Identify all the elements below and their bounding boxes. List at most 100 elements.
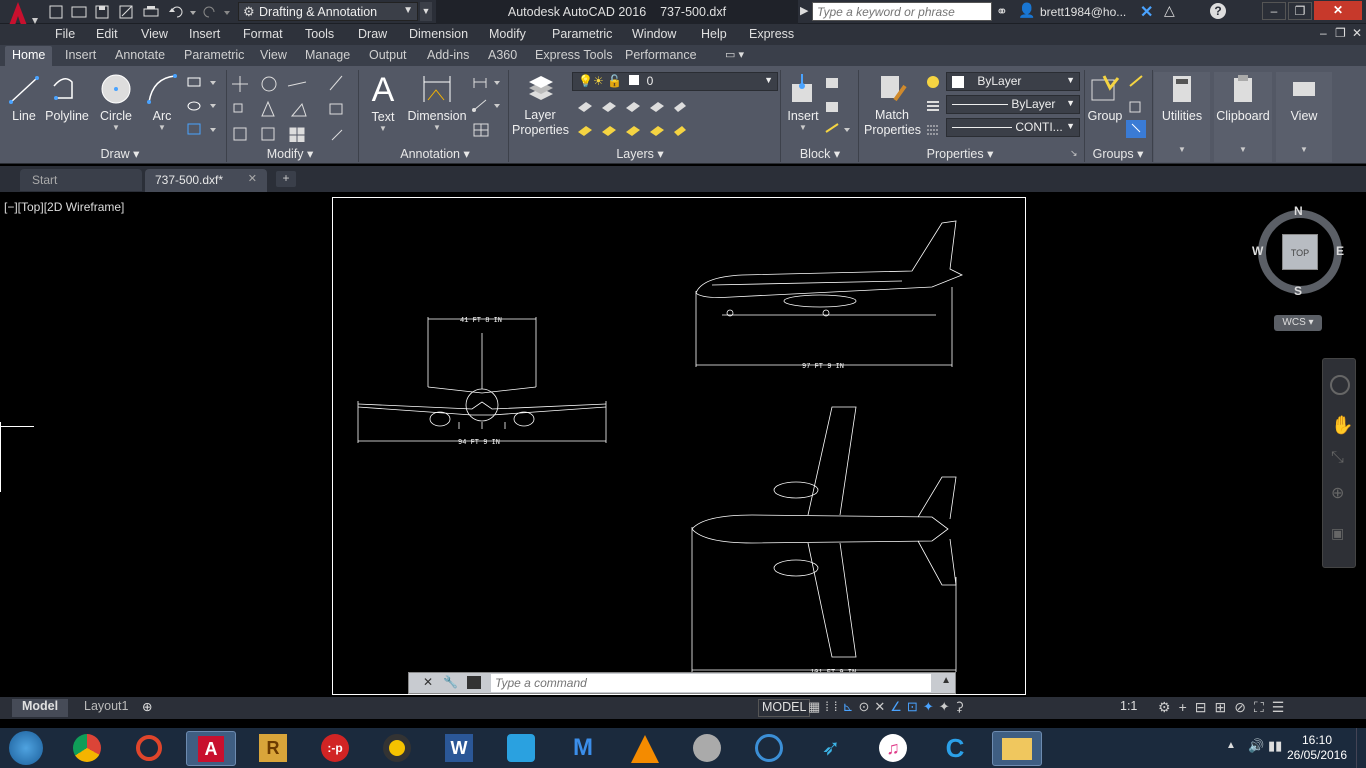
- menu-window[interactable]: Window: [632, 27, 676, 41]
- doc-minimize-button[interactable]: –: [1320, 26, 1327, 40]
- isolate-icon[interactable]: ⊘: [1234, 699, 1254, 715]
- tab-performance[interactable]: Performance: [625, 48, 697, 62]
- text-dropdown-icon[interactable]: ▼: [362, 124, 404, 133]
- layers-panel-label[interactable]: Layers ▾: [590, 146, 690, 162]
- snap-icon[interactable]: ⁞⁞: [825, 699, 842, 714]
- model-space-button[interactable]: MODEL: [758, 699, 811, 717]
- arc-dropdown-icon[interactable]: ▼: [142, 123, 182, 132]
- dimension-dropdown-icon[interactable]: ▼: [406, 123, 468, 132]
- menu-express[interactable]: Express: [749, 27, 794, 41]
- menu-modify[interactable]: Modify: [489, 27, 526, 41]
- grid-icon[interactable]: ▦: [808, 699, 825, 714]
- quick-properties-icon[interactable]: ⊞: [1214, 699, 1234, 715]
- plus-icon[interactable]: +: [1179, 699, 1195, 715]
- insert-dropdown-icon[interactable]: ▼: [784, 123, 822, 132]
- pro-app-icon[interactable]: [682, 731, 732, 766]
- steering-wheel-icon[interactable]: [1330, 375, 1350, 395]
- tray-expand-icon[interactable]: ▲: [1226, 740, 1236, 751]
- tab-model[interactable]: Model: [12, 699, 69, 717]
- exchange-icon[interactable]: ✕: [1140, 2, 1153, 22]
- drawing-area[interactable]: [−][Top][2D Wireframe] 41 FT 8 IN 94 FT …: [0, 194, 1366, 697]
- annotation-scale-icon[interactable]: ⚳: [955, 699, 970, 714]
- draw-panel-label[interactable]: Draw ▾: [70, 146, 170, 162]
- layer-dropdown[interactable]: 💡☀ 🔓 0 ▼: [572, 72, 778, 91]
- viewcube-top-face[interactable]: TOP: [1282, 234, 1318, 270]
- menu-insert[interactable]: Insert: [189, 27, 220, 41]
- cortana-c-icon[interactable]: C: [930, 731, 980, 766]
- annotation-scale[interactable]: 1:1: [1120, 699, 1137, 717]
- workspace-switcher[interactable]: ⚙ Drafting & Annotation ▼: [238, 2, 418, 21]
- draw-small-tools-icon[interactable]: [186, 74, 222, 140]
- tab-parametric[interactable]: Parametric: [184, 48, 244, 62]
- dimension-button[interactable]: Dimension ▼: [406, 72, 468, 132]
- group-small-tools-icon[interactable]: [1126, 74, 1148, 138]
- menu-edit[interactable]: Edit: [96, 27, 118, 41]
- menu-format[interactable]: Format: [243, 27, 283, 41]
- volume-icon[interactable]: 🔊: [1248, 738, 1264, 754]
- itunes-icon[interactable]: ♫: [868, 731, 918, 766]
- vlc-icon[interactable]: [620, 731, 670, 766]
- maximize-button[interactable]: ❐: [1288, 2, 1312, 20]
- autocad-taskbar-icon[interactable]: A: [186, 731, 236, 766]
- pan-icon[interactable]: ✋: [1331, 415, 1353, 436]
- annotation-small-tools-icon[interactable]: [470, 74, 506, 140]
- menu-tools[interactable]: Tools: [305, 27, 334, 41]
- utilities-button[interactable]: Utilities ▼: [1154, 72, 1210, 162]
- compass-south[interactable]: S: [1294, 284, 1302, 298]
- match-properties-button[interactable]: Match Properties: [864, 72, 921, 138]
- close-button[interactable]: ✕: [1314, 1, 1362, 20]
- command-input[interactable]: [491, 674, 931, 692]
- color-dropdown[interactable]: ByLayer ▼: [946, 72, 1080, 91]
- clipboard-dropdown-icon[interactable]: ▼: [1214, 145, 1272, 154]
- command-prompt-icon[interactable]: [467, 676, 481, 689]
- showmotion-icon[interactable]: ▣: [1331, 525, 1344, 542]
- start-button[interactable]: [4, 730, 48, 766]
- word-icon[interactable]: W: [434, 731, 484, 766]
- property-toggle-icons[interactable]: [924, 74, 942, 138]
- wcs-menu[interactable]: WCS ▾: [1274, 315, 1322, 331]
- viewcube[interactable]: TOP N S W E: [1252, 204, 1348, 300]
- binoculars-icon[interactable]: ⚭: [996, 3, 1008, 20]
- close-icon[interactable]: ✕: [423, 675, 433, 689]
- osnap-icon[interactable]: ✕: [874, 699, 890, 714]
- customize-icon[interactable]: ☰: [1272, 699, 1293, 715]
- clipboard-button[interactable]: Clipboard ▼: [1214, 72, 1272, 162]
- ribbon-options-icon[interactable]: ▭ ▾: [725, 48, 744, 61]
- modify-tools-icon[interactable]: [230, 72, 354, 142]
- autoscale-icon[interactable]: ✦: [939, 699, 955, 714]
- user-icon[interactable]: 👤: [1018, 2, 1035, 19]
- properties-panel-label[interactable]: Properties ▾: [910, 146, 1010, 162]
- groups-panel-label[interactable]: Groups ▾: [1088, 146, 1148, 162]
- zoom-icon[interactable]: ⤡: [1331, 449, 1344, 467]
- tab-start[interactable]: Start: [20, 169, 142, 191]
- chevron-up-icon[interactable]: ▲: [941, 675, 951, 686]
- search-input[interactable]: [812, 2, 992, 21]
- ccleaner-icon[interactable]: [124, 731, 174, 766]
- fullscreen-icon[interactable]: ⛶: [1254, 699, 1272, 715]
- layer-properties-button[interactable]: Layer Properties: [512, 72, 569, 138]
- ortho-icon[interactable]: ⊾: [843, 699, 859, 714]
- file-explorer-icon[interactable]: [992, 731, 1042, 766]
- doc-close-button[interactable]: ✕: [1352, 26, 1362, 40]
- menu-draw[interactable]: Draw: [358, 27, 387, 41]
- orbit-icon[interactable]: ⊕: [1331, 483, 1344, 503]
- otrack-icon[interactable]: ∠: [890, 699, 907, 714]
- menu-view[interactable]: View: [141, 27, 168, 41]
- lineweight-dropdown[interactable]: ByLayer ▼: [946, 95, 1080, 114]
- units-icon[interactable]: ⊟: [1195, 699, 1215, 715]
- utilities-dropdown-icon[interactable]: ▼: [1154, 145, 1210, 154]
- menu-help[interactable]: Help: [701, 27, 727, 41]
- a360-icon[interactable]: △: [1164, 2, 1175, 19]
- circle-dropdown-icon[interactable]: ▼: [96, 123, 136, 132]
- pdf-app-icon[interactable]: :-p: [310, 731, 360, 766]
- circle-button[interactable]: Circle ▼: [96, 72, 136, 132]
- polar-icon[interactable]: ⊙: [858, 699, 874, 714]
- view-dropdown-icon[interactable]: ▼: [1276, 145, 1332, 154]
- tab-output[interactable]: Output: [369, 48, 407, 62]
- tab-layout1[interactable]: Layout1: [78, 699, 134, 717]
- workspace-gear-icon[interactable]: ⚙: [1158, 699, 1179, 715]
- tab-insert[interactable]: Insert: [65, 48, 96, 62]
- user-account[interactable]: brett1984@ho...: [1040, 5, 1126, 19]
- block-panel-label[interactable]: Block ▾: [790, 146, 850, 162]
- wrench-icon[interactable]: 🔧: [443, 675, 458, 689]
